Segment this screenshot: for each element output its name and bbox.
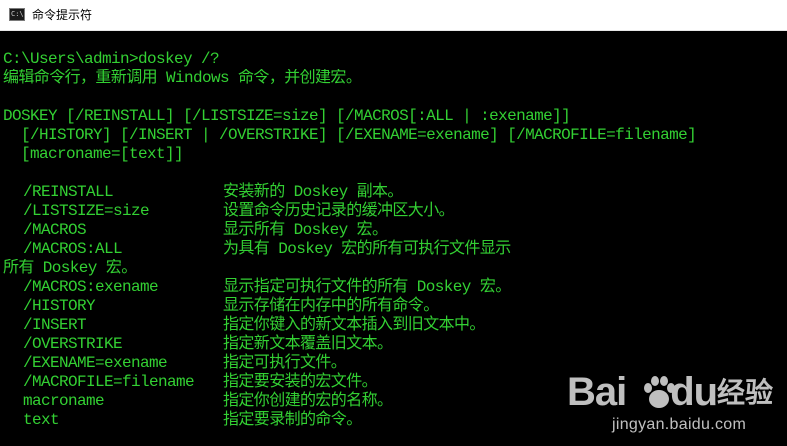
option-key: /LISTSIZE=size — [23, 202, 150, 220]
option-desc: 设置命令历史记录的缓冲区大小。 — [223, 202, 455, 220]
option-key: /INSERT — [23, 316, 87, 334]
option-desc: 指定你键入的新文本插入到旧文本中。 — [223, 316, 485, 334]
logo-bai: Bai — [567, 370, 627, 414]
syntax-line: DOSKEY [/REINSTALL] [/LISTSIZE=size] [/M… — [3, 107, 571, 125]
option-row: /MACROS 显示所有 Doskey 宏。 — [3, 221, 783, 240]
baidu-jingyan-watermark: Bai du 经验 jingyan.baidu.com — [567, 366, 773, 436]
baidu-paw-icon — [644, 376, 675, 408]
option-desc: 指定要安装的宏文件。 — [223, 373, 378, 391]
window-title: 命令提示符 — [32, 8, 93, 22]
option-row: /INSERT 指定你键入的新文本插入到旧文本中。 — [3, 316, 783, 335]
option-key: /MACROS:exename — [23, 278, 159, 296]
option-key: macroname — [23, 392, 105, 410]
option-row: /MACROS:exename 显示指定可执行文件的所有 Doskey 宏。 — [3, 278, 783, 297]
option-row: /OVERSTRIKE 指定新文本覆盖旧文本。 — [3, 335, 783, 354]
watermark-url: jingyan.baidu.com — [612, 416, 747, 433]
cmd-icon[interactable]: C:\ — [9, 8, 25, 21]
option-row: /REINSTALL 安装新的 Doskey 副本。 — [3, 183, 783, 202]
option-key: /MACROS:ALL — [23, 240, 123, 258]
option-desc: 指定你创建的宏的名称。 — [223, 392, 393, 410]
title-bar[interactable]: C:\ 命令提示符 — [0, 0, 787, 31]
option-desc: 指定可执行文件。 — [223, 354, 347, 372]
option-key: /MACROFILE=filename — [23, 373, 195, 391]
option-row: /MACROS:ALL 为具有 Doskey 宏的所有可执行文件显示 — [3, 240, 783, 259]
option-desc: 指定要录制的命令。 — [223, 411, 362, 429]
option-desc: 安装新的 Doskey 副本。 — [223, 183, 403, 201]
option-desc: 为具有 Doskey 宏的所有可执行文件显示 — [223, 240, 511, 258]
option-key: /OVERSTRIKE — [23, 335, 123, 353]
syntax-line: [macroname=[text]] — [3, 145, 184, 163]
option-row: /LISTSIZE=size 设置命令历史记录的缓冲区大小。 — [3, 202, 783, 221]
wrapped-line: 所有 Doskey 宏。 — [3, 259, 137, 277]
watermark-brand-cn: 经验 — [717, 376, 774, 409]
option-key: text — [23, 411, 60, 429]
cmd-window: C:\ 命令提示符 C:\Users\admin>doskey /? 编辑命令行… — [0, 0, 787, 446]
prompt-line: C:\Users\admin>doskey /? — [3, 50, 220, 68]
syntax-line: [/HISTORY] [/INSERT | /OVERSTRIKE] [/EXE… — [3, 126, 697, 144]
option-desc: 显示所有 Doskey 宏。 — [223, 221, 388, 239]
description-line: 编辑命令行，重新调用 Windows 命令，并创建宏。 — [3, 69, 362, 87]
option-key: /HISTORY — [23, 297, 96, 315]
option-desc: 显示存储在内存中的所有命令。 — [223, 297, 439, 315]
option-desc: 指定新文本覆盖旧文本。 — [223, 335, 393, 353]
option-row: /HISTORY 显示存储在内存中的所有命令。 — [3, 297, 783, 316]
option-key: /MACROS — [23, 221, 87, 239]
option-key: /REINSTALL — [23, 183, 114, 201]
option-key: /EXENAME=exename — [23, 354, 168, 372]
option-desc: 显示指定可执行文件的所有 Doskey 宏。 — [223, 278, 511, 296]
